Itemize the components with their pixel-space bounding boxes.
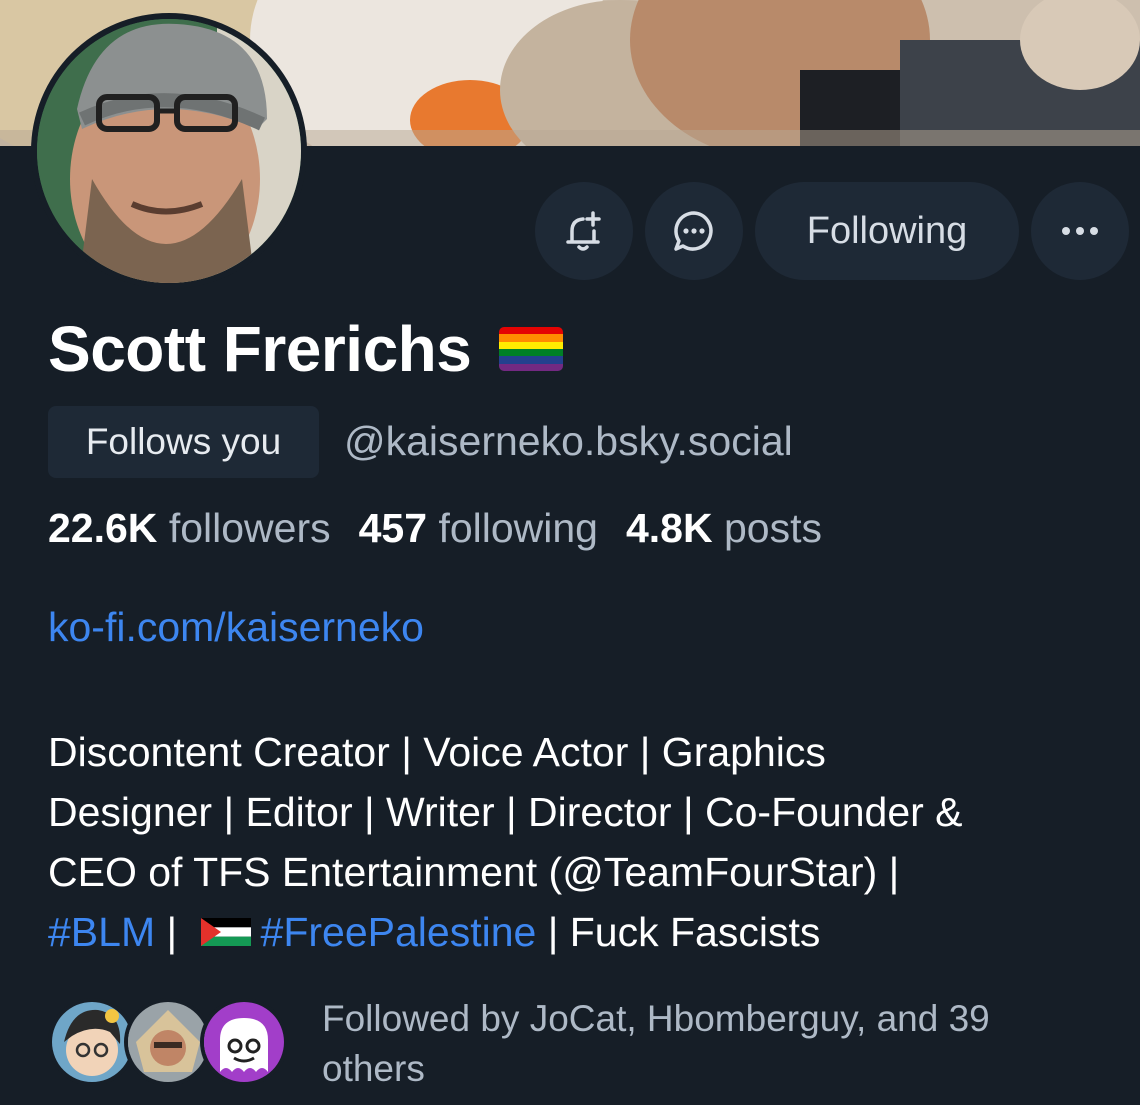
profile-bio: Discontent Creator | Voice Actor | Graph… [48,722,1128,962]
known-follower-avatar [124,998,212,1086]
followed-by-text: Followed by JoCat, Hbomberguy, and 39 ot… [322,998,990,1089]
display-name: Scott Frerichs [48,312,564,386]
profile-handle: @kaiserneko.bsky.social [344,418,793,464]
notify-button[interactable] [535,182,633,280]
following-label: following [438,505,598,551]
bio-line: CEO of TFS Entertainment (@TeamFourStar)… [48,849,900,895]
following-stat[interactable]: 457 following [359,505,598,551]
bio-line: #BLM | #FreePalestine | Fuck Fascists [48,902,1128,962]
following-count: 457 [358,505,428,551]
ghost-avatar-icon [204,1002,284,1082]
follows-you-badge: Follows you [48,406,319,478]
bio-separator: | [155,909,189,955]
known-follower-avatar [200,998,288,1086]
posts-count: 4.8K [625,505,713,551]
profile-link[interactable]: ko-fi.com/kaiserneko [48,604,424,651]
ellipsis-icon [1062,227,1098,235]
message-button[interactable] [645,182,743,280]
posts-stat: 4.8K posts [626,505,822,551]
known-followers[interactable]: Followed by JoCat, Hbomberguy, and 39 ot… [48,994,1128,1094]
palestine-flag-icon [200,918,251,947]
followers-stat[interactable]: 22.6K followers [48,505,331,551]
hashtag-free-palestine[interactable]: #FreePalestine [261,909,537,955]
following-button[interactable]: Following [755,182,1019,280]
chat-bubble-icon [674,211,713,251]
bio-line: Discontent Creator | Voice Actor | Graph… [48,729,826,775]
followers-label: followers [168,505,331,551]
bio-end-text: | Fuck Fascists [536,909,821,955]
jocat-avatar-icon [52,1002,132,1082]
hashtag-blm[interactable]: #BLM [48,909,155,955]
profile-avatar[interactable] [31,13,307,289]
rainbow-flag-icon [499,327,564,371]
posts-label: posts [724,505,822,551]
bio-line: Designer | Editor | Writer | Director | … [48,789,963,835]
known-follower-avatar [48,998,136,1086]
avatar-photo [37,19,301,283]
hbomberguy-avatar-icon [128,1002,208,1082]
display-name-text: Scott Frerichs [48,313,472,385]
followers-count: 22.6K [48,505,158,551]
bell-plus-icon [566,211,601,251]
profile-stats: 22.6K followers 457 following 4.8K posts [48,505,822,552]
more-button[interactable] [1031,182,1129,280]
